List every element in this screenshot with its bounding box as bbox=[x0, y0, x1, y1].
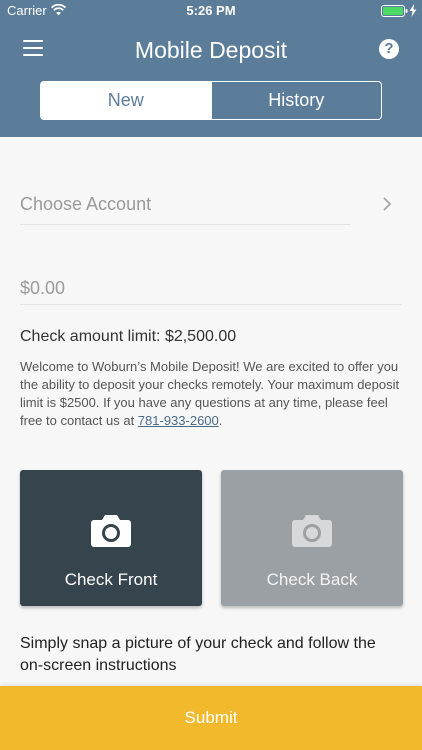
check-back-button[interactable]: Check Back bbox=[221, 470, 403, 606]
tab-new[interactable]: New bbox=[41, 82, 211, 119]
status-bar: Carrier 5:26 PM bbox=[0, 0, 422, 22]
status-time: 5:26 PM bbox=[186, 3, 236, 18]
camera-icon bbox=[91, 515, 131, 547]
check-amount-limit: Check amount limit: $2,500.00 bbox=[20, 328, 237, 345]
battery-icon bbox=[381, 5, 408, 17]
welcome-message: Welcome to Woburn’s Mobile Deposit! We a… bbox=[20, 358, 404, 430]
check-back-label: Check Back bbox=[266, 570, 358, 589]
page-title: Mobile Deposit bbox=[134, 37, 288, 63]
help-question-icon[interactable]: ? bbox=[379, 39, 399, 59]
tab-history[interactable]: History bbox=[210, 82, 382, 119]
instructions-text: Simply snap a picture of your check and … bbox=[20, 635, 376, 674]
choose-account-label: Choose Account bbox=[20, 194, 152, 214]
check-front-button[interactable]: Check Front bbox=[20, 470, 202, 606]
choose-account-select[interactable]: Choose Account bbox=[20, 185, 400, 225]
app-header: Carrier 5:26 PM Mobile Deposit ? New His… bbox=[0, 0, 422, 137]
submit-button[interactable]: Submit bbox=[0, 686, 422, 750]
phone-link[interactable]: 781-933-2600 bbox=[138, 413, 219, 428]
charging-bolt-icon bbox=[409, 4, 417, 17]
camera-icon bbox=[292, 515, 332, 547]
account-divider bbox=[20, 224, 351, 225]
chevron-right-icon bbox=[383, 197, 392, 211]
amount-input[interactable] bbox=[20, 272, 401, 305]
deposit-tabs: New History bbox=[40, 81, 382, 120]
check-front-label: Check Front bbox=[64, 570, 158, 589]
welcome-message-end: . bbox=[218, 413, 223, 428]
